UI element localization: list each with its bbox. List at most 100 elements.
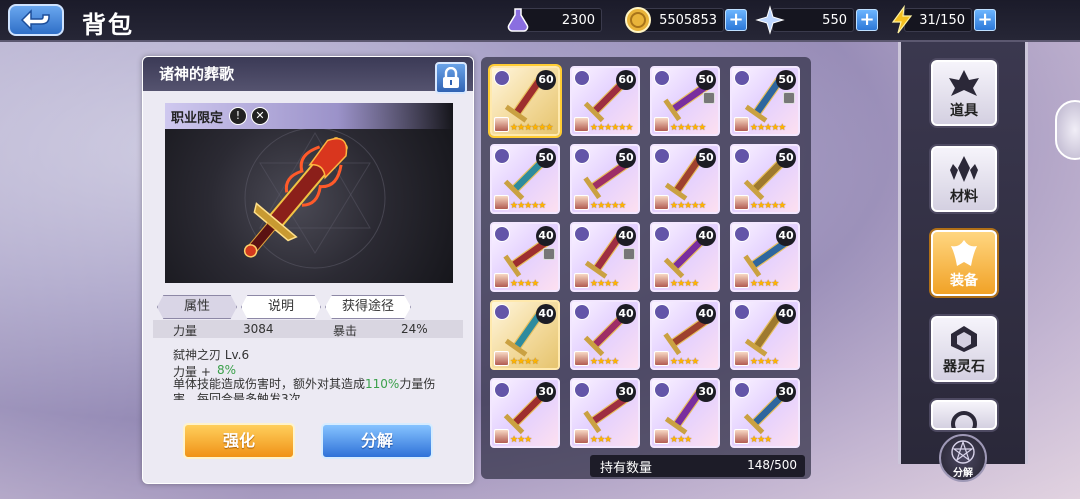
class-badge-icon [574,226,590,242]
class-badge-icon [654,382,670,398]
side-orb[interactable] [1055,100,1080,160]
tab-source[interactable]: 获得途径 [325,295,411,319]
inventory-item[interactable]: 30 ★★★ [570,378,640,448]
star-rating: ★★★★★★ [510,123,553,133]
skill-name: 弑神之刃 Lv.6 [173,348,250,362]
star-rating: ★★★★ [590,279,619,289]
job-restriction-label: 职业限定 [171,111,224,126]
star-rating: ★★★★ [750,279,779,289]
desc-percent: 110% [365,377,400,391]
avatar [734,195,749,210]
star-rating: ★★★★★ [750,201,786,211]
item-artwork: 职业限定 ! ✕ [165,103,453,283]
star-rating: ★★★ [750,435,772,445]
item-level: 40 [616,304,636,324]
inventory-item[interactable]: 50 ★★★★★ [730,144,800,214]
tab-attributes[interactable]: 属性 [157,295,237,319]
item-level: 60 [536,70,556,90]
batch-decompose-button[interactable]: 分解 [939,434,987,482]
item-name: 诸神的葬歌 [159,65,235,83]
add-crystal-button[interactable]: + [856,9,878,31]
star-rating: ★★★★ [670,357,699,367]
star-rating: ★★★★ [510,279,539,289]
inventory-item[interactable]: 40 ★★★★ [490,300,560,370]
desc-prefix: 单体技能造成伤害时，额外对其造成 [173,377,366,391]
nav-more[interactable] [931,400,997,430]
inventory-item[interactable]: 60 ★★★★★★ [490,66,560,136]
inventory-item[interactable]: 50 ★★★★★ [650,144,720,214]
avatar [574,273,589,288]
crit-label: 暴击 [333,324,358,338]
item-level: 50 [776,70,796,90]
item-level: 50 [696,148,716,168]
inventory-item[interactable]: 40 ★★★★ [730,300,800,370]
desc-suffix: 力量伤 [399,377,436,391]
avatar [574,117,589,132]
info-icon[interactable]: ! [229,107,247,125]
star-rating: ★★★★★ [750,123,786,133]
inventory-item[interactable]: 50 ★★★★★ [650,66,720,136]
skill-description: 单体技能造成伤害时，额外对其造成110%力量伤 [173,375,435,391]
add-coin-button[interactable]: + [725,9,747,31]
inventory-item[interactable]: 60 ★★★★★★ [570,66,640,136]
energy-icon [891,5,913,34]
potion-icon [507,8,529,32]
spirit-stone-icon [951,326,977,352]
class-badge-icon [654,226,670,242]
crystal-counter: 550 [755,5,854,35]
avatar [494,195,509,210]
avatar [494,273,509,288]
item-level: 50 [536,148,556,168]
decompose-button[interactable]: 分解 [321,423,433,459]
class-badge-icon [494,382,510,398]
back-button[interactable] [8,4,64,36]
star-rating: ★★★★★ [590,201,626,211]
enhance-button[interactable]: 强化 [183,423,295,459]
item-level: 30 [616,382,636,402]
lock-icon [783,92,795,104]
inventory-item[interactable]: 40 ★★★★ [730,222,800,292]
potion-counter: 2300 [507,8,602,32]
nav-spirit-stone[interactable]: 器灵石 [931,316,997,382]
class-badge-icon [654,304,670,320]
avatar [734,429,749,444]
class-badge-icon [734,148,750,164]
inventory-item[interactable]: 40 ★★★★ [570,222,640,292]
nav-items[interactable]: 道具 [931,60,997,126]
inventory-item[interactable]: 50 ★★★★★ [570,144,640,214]
inventory-item[interactable]: 50 ★★★★★ [730,66,800,136]
inventory-item[interactable]: 40 ★★★★ [650,222,720,292]
inventory-item[interactable]: 40 ★★★★ [650,300,720,370]
tab-description[interactable]: 说明 [241,295,321,319]
inventory-count-label: 持有数量 [600,461,653,476]
item-level: 40 [536,304,556,324]
inventory-item[interactable]: 50 ★★★★★ [490,144,560,214]
inventory-count-bar: 持有数量 148/500 [590,455,805,477]
lock-icon [543,248,555,260]
inventory-item[interactable]: 30 ★★★ [730,378,800,448]
inventory-item[interactable]: 40 ★★★★ [490,222,560,292]
class-badge-icon [574,382,590,398]
item-detail-header: 诸神的葬歌 [143,57,473,91]
lock-button[interactable] [435,62,467,94]
lock-icon [443,67,459,88]
inventory-item[interactable]: 30 ★★★ [650,378,720,448]
inventory-item[interactable]: 40 ★★★★ [570,300,640,370]
energy-counter: 31/150 [891,5,972,34]
avatar [574,195,589,210]
item-level: 50 [696,70,716,90]
star-rating: ★★★ [670,435,692,445]
str-value: 3084 [243,322,274,336]
add-energy-button[interactable]: + [974,9,996,31]
item-level: 30 [536,382,556,402]
inventory-item[interactable]: 30 ★★★ [490,378,560,448]
skill-description-line2: 害，每回合最多触发3次 [173,392,301,400]
class-badge-icon [734,70,750,86]
item-level: 30 [696,382,716,402]
item-level: 40 [616,226,636,246]
lock-icon [703,92,715,104]
item-level: 50 [616,148,636,168]
nav-equipment[interactable]: 装备 [931,230,997,296]
class-badge-icon [734,382,750,398]
nav-materials[interactable]: 材料 [931,146,997,212]
